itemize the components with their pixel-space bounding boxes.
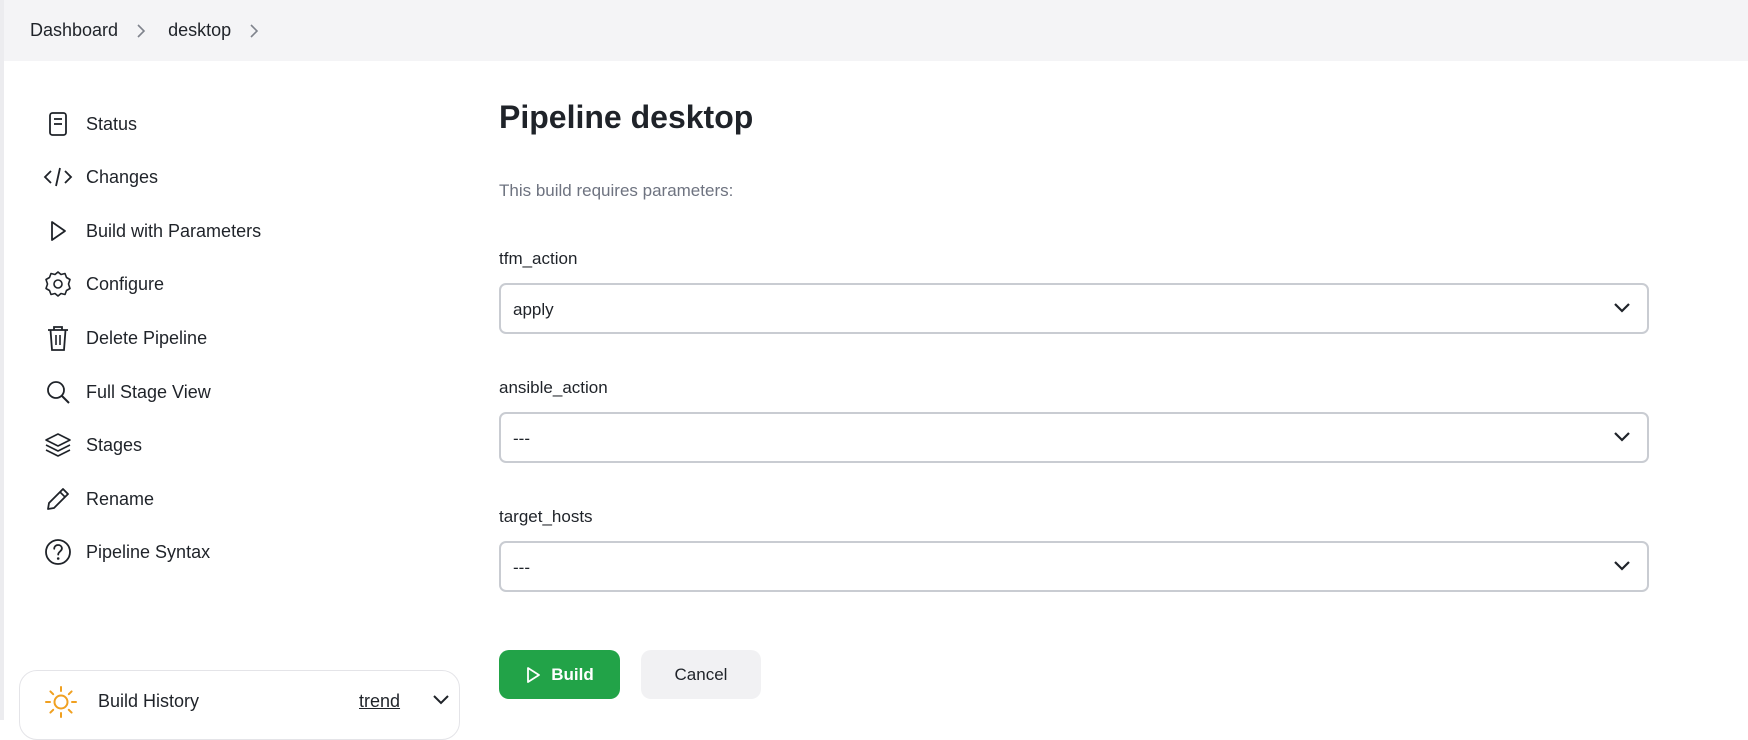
- build-button[interactable]: Build: [499, 650, 620, 699]
- sidebar-item-rename[interactable]: Rename: [42, 479, 154, 519]
- chevron-down-icon: [1613, 301, 1631, 319]
- chevron-right-icon[interactable]: [136, 23, 148, 38]
- pencil-icon: [42, 483, 74, 515]
- build-history-title: Build History: [98, 691, 200, 711]
- sidebar-item-label: Full Stage View: [86, 381, 211, 402]
- help-circle-icon: [42, 536, 74, 568]
- chevron-right-icon[interactable]: [249, 23, 261, 38]
- select-value: ---: [513, 429, 530, 448]
- param-label-ansible-action: ansible_action: [499, 378, 608, 397]
- select-value: apply: [513, 300, 554, 319]
- sidebar-item-label: Changes: [86, 166, 159, 187]
- select-value: ---: [513, 558, 530, 577]
- cancel-button-label: Cancel: [674, 664, 728, 684]
- play-icon: [525, 666, 541, 684]
- breadcrumb-desktop[interactable]: desktop: [168, 20, 231, 41]
- chevron-down-icon[interactable]: [432, 693, 450, 711]
- sidebar-item-label: Configure: [86, 273, 165, 294]
- sidebar-item-label: Delete Pipeline: [86, 327, 208, 348]
- sidebar-item-label: Status: [86, 113, 138, 134]
- search-icon: [42, 376, 74, 408]
- trash-icon: [42, 322, 74, 354]
- breadcrumb: Dashboard desktop: [4, 0, 1748, 61]
- sidebar-item-pipeline-syntax[interactable]: Pipeline Syntax: [42, 532, 210, 572]
- sidebar-item-build-with-parameters[interactable]: Build with Parameters: [42, 211, 261, 251]
- code-icon: [42, 161, 74, 193]
- sidebar-item-label: Pipeline Syntax: [86, 541, 211, 562]
- parameters-notice: This build requires parameters:: [499, 181, 734, 200]
- tfm-action-select[interactable]: apply: [499, 283, 1649, 334]
- sidebar-item-configure[interactable]: Configure: [42, 264, 164, 304]
- page-title: Pipeline desktop: [499, 99, 754, 135]
- chevron-down-icon: [1613, 559, 1631, 577]
- sidebar-item-changes[interactable]: Changes: [42, 157, 158, 197]
- sidebar-item-label: Stages: [86, 434, 143, 455]
- sun-icon: [44, 685, 78, 724]
- param-label-target-hosts: target_hosts: [499, 507, 593, 526]
- sidebar-item-status[interactable]: Status: [42, 104, 137, 144]
- sidebar-item-delete-pipeline[interactable]: Delete Pipeline: [42, 318, 207, 358]
- sidebar-item-full-stage-view[interactable]: Full Stage View: [42, 372, 211, 412]
- breadcrumb-dashboard[interactable]: Dashboard: [30, 20, 118, 41]
- ansible-action-select[interactable]: ---: [499, 412, 1649, 463]
- cancel-button[interactable]: Cancel: [641, 650, 761, 699]
- layers-icon: [42, 429, 74, 461]
- sidebar-item-stages[interactable]: Stages: [42, 425, 142, 465]
- document-icon: [42, 108, 74, 140]
- sidebar: Status Changes Build with Parameters Con…: [4, 61, 464, 740]
- sidebar-item-label: Rename: [86, 488, 155, 509]
- gear-icon: [42, 268, 74, 300]
- trend-link[interactable]: trend: [359, 691, 400, 712]
- build-history-panel: Build History trend: [19, 670, 460, 740]
- chevron-down-icon: [1613, 430, 1631, 448]
- play-icon: [42, 215, 74, 247]
- param-label-tfm-action: tfm_action: [499, 249, 578, 268]
- target-hosts-select[interactable]: ---: [499, 541, 1649, 592]
- sidebar-item-label: Build with Parameters: [86, 220, 262, 241]
- build-button-label: Build: [551, 664, 594, 684]
